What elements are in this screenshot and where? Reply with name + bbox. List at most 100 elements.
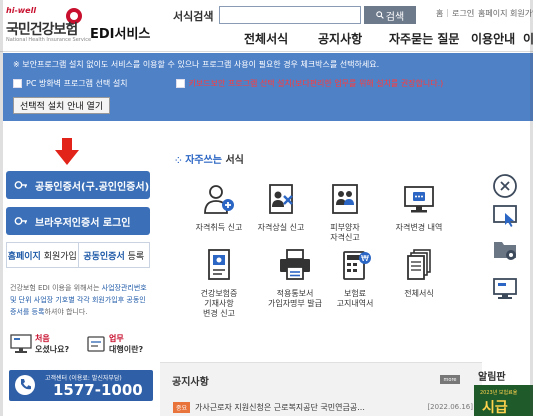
util-join-link[interactable]: 홈페이지 회원가입 xyxy=(478,8,533,19)
right-quick-menu: 알림판 2023년 보험료율 시급 xyxy=(474,121,533,416)
arrow-down-icon xyxy=(55,138,79,165)
monitor-chat-icon xyxy=(404,186,434,213)
frequent-forms-title-blue: 자주쓰는 xyxy=(185,155,222,166)
folder-settings-icon[interactable] xyxy=(492,236,518,262)
util-separator: | xyxy=(472,8,475,17)
logo-org-name: 국민건강보험 xyxy=(6,22,78,38)
desc-text-1: 건강보험 EDI 이용을 위해서는 xyxy=(10,284,102,292)
phone-icon xyxy=(15,375,35,395)
keyboard-security-checkbox[interactable] xyxy=(175,78,185,88)
agent-line1: 업무 xyxy=(109,334,124,343)
login-panel: 공동인증서(구.공인인증서) 브라우저인증서 로그인 홈페이지 회원가입 공동인… xyxy=(0,121,160,416)
cert-register-link[interactable]: 공동인증서 등록 xyxy=(77,243,150,267)
search-label: 서식검색 xyxy=(173,10,214,23)
util-login-link[interactable]: 로그인 xyxy=(452,8,474,19)
desc-text-2: 하셔야 합니다. xyxy=(44,308,88,316)
homepage-join-link[interactable]: 홈페이지 회원가입 xyxy=(7,249,78,262)
first-visit-line2: 오셨나요? xyxy=(35,345,70,354)
security-notice-message: ※ 보안프로그램 설치 없이도 서비스를 이용할 수 있으나 프로그램 사용이 … xyxy=(13,60,380,69)
handshake-icon xyxy=(87,336,105,352)
nhis-logo[interactable]: hi-well 국민건강보험 National Health Insurance… xyxy=(6,6,150,46)
util-home-link[interactable]: 홈 xyxy=(436,8,443,19)
header: hi-well 국민건강보험 National Health Insurance… xyxy=(0,0,533,52)
form-label: 건강보험증 기재사항 변경 신고 xyxy=(200,289,238,318)
notice-item-date: [2022.06.16] xyxy=(427,403,473,411)
monitor-icon xyxy=(10,334,32,353)
first-visit-line1: 처음 xyxy=(35,334,50,343)
form-label: 자격상실 신고 xyxy=(257,223,305,232)
search-input[interactable] xyxy=(219,6,361,24)
person-add-icon xyxy=(204,185,234,214)
nav-more[interactable]: 이용 xyxy=(523,30,533,47)
agent-work-link[interactable]: 업무대행이란? xyxy=(86,327,143,361)
quick-help-links: 처음오셨나요? 업무대행이란? xyxy=(6,327,150,361)
cert-register-label-2: 등록 xyxy=(127,251,145,262)
form-label: 전체서식 xyxy=(404,289,434,298)
notices-title: 공지사항 xyxy=(172,377,209,388)
title-dots-icon: ⁘ xyxy=(175,156,182,165)
call-center-box: 고객센터 (이용료: 발신자부담) 1577-1000 xyxy=(9,370,153,401)
calculator-icon: ₩ xyxy=(343,251,371,280)
edi-usage-description: 건강보험 EDI 이용을 위해서는 사업장관리번호 및 단위 사업장 기호별 각… xyxy=(10,282,152,318)
svg-text:₩: ₩ xyxy=(361,254,369,263)
browser-cert-login-label: 브라우저인증서 로그인 xyxy=(35,217,131,229)
homepage-join-label-1: 홈페이지 xyxy=(7,251,41,262)
agent-line2: 대행이란? xyxy=(109,345,144,354)
notice-important-badge: 중요 xyxy=(173,401,191,413)
nav-notices[interactable]: 공지사항 xyxy=(318,30,362,47)
logo-org-name-en: National Health Insurance Service xyxy=(6,37,92,43)
premium-rate-banner[interactable]: 2023년 보험료율 시급 xyxy=(474,385,533,416)
nav-guide[interactable]: 이용안내 xyxy=(471,30,515,47)
documents-icon xyxy=(407,249,431,280)
notice-item[interactable]: 중요 가사근로자 지원신청은 근로복지공단 국민연금공... [2022.06.… xyxy=(173,400,473,414)
nav-all-forms[interactable]: 전체서식 xyxy=(244,30,288,47)
form-premium-statement[interactable]: ₩ 보험료 고지내역서 xyxy=(318,249,392,319)
account-links: 홈페이지 회원가입 공동인증서 등록 xyxy=(6,242,150,268)
monitor-icon[interactable] xyxy=(492,276,518,302)
install-guide-button[interactable]: 선택적 설치 안내 열기 xyxy=(13,97,111,114)
screen-cursor-icon[interactable] xyxy=(492,203,518,229)
form-label: 보험료 고지내역서 xyxy=(336,289,374,308)
install-options: PC 방화벽 프로그램 선택 설치 키보드보안 프로그램 선택 설치(보다편리한… xyxy=(13,74,528,92)
call-center-number: 1577-1000 xyxy=(53,381,143,399)
banner-year-text: 2023년 보험료율 xyxy=(480,390,518,396)
key-icon xyxy=(14,181,27,189)
keyboard-security-option-label: 키보드보안 프로그램 선택 설치(보다편리한 업무를 위해 설치를 권장합니다.… xyxy=(188,78,444,88)
form-all-forms[interactable]: 전체서식 xyxy=(382,249,456,319)
main-content: ⁘ 자주쓰는 서식 자격취득 신고 자격상실 신고 피부양자 자격신고 자격변경… xyxy=(160,121,482,416)
util-separator: | xyxy=(446,8,449,17)
notices-more-button[interactable]: more xyxy=(440,375,460,384)
frequent-forms-title: ⁘ 자주쓰는 서식 xyxy=(175,151,244,166)
browser-cert-login-button[interactable]: 브라우저인증서 로그인 xyxy=(6,207,150,235)
form-insurance-card-change[interactable]: 건강보험증 기재사항 변경 신고 xyxy=(182,249,256,319)
form-qualification-change-history[interactable]: 자격변경 내역 xyxy=(382,183,456,253)
notice-item-title: 가사근로자 지원신청은 근로복지공단 국민연금공... xyxy=(195,402,365,412)
homepage-join-label-2: 회원가입 xyxy=(43,251,77,262)
family-icon xyxy=(332,184,358,214)
cert-register-label-1: 공동인증서 xyxy=(83,251,125,262)
form-qualification-loss[interactable]: 자격상실 신고 xyxy=(244,183,318,253)
logo-hiwell: hi-well xyxy=(6,6,37,15)
service-name: EDI서비스 xyxy=(90,27,151,42)
printer-icon xyxy=(280,249,310,280)
close-circle-icon[interactable] xyxy=(492,173,518,199)
cert-login-button[interactable]: 공동인증서(구.공인인증서) xyxy=(6,171,150,199)
cert-login-label: 공동인증서(구.공인인증서) xyxy=(35,181,150,193)
insurance-card-icon xyxy=(208,249,230,280)
nav-faq[interactable]: 자주묻는 질문 xyxy=(389,30,459,47)
frequent-forms-title-rest: 서식 xyxy=(225,155,244,166)
form-label: 피부양자 자격신고 xyxy=(330,223,360,242)
first-visit-link[interactable]: 처음오셨나요? xyxy=(10,327,69,361)
bulletin-title: 알림판 xyxy=(478,372,506,383)
form-dependent-qualification[interactable]: 피부양자 자격신고 xyxy=(308,183,382,253)
key-icon xyxy=(14,217,27,225)
firewall-checkbox[interactable] xyxy=(13,78,22,88)
search-button[interactable]: 검색 xyxy=(364,6,416,24)
banner-main-text: 시급 xyxy=(482,400,508,416)
person-remove-icon xyxy=(269,184,293,214)
firewall-option-label: PC 방화벽 프로그램 선택 설치 xyxy=(26,78,128,88)
notices-section: 공지사항 more 중요 가사근로자 지원신청은 근로복지공단 국민연금공...… xyxy=(160,362,482,416)
security-notice-bar: ※ 보안프로그램 설치 없이도 서비스를 이용할 수 있으나 프로그램 사용이 … xyxy=(3,53,533,121)
search-button-label: 검색 xyxy=(385,11,405,23)
form-label: 자격변경 내역 xyxy=(395,223,443,232)
